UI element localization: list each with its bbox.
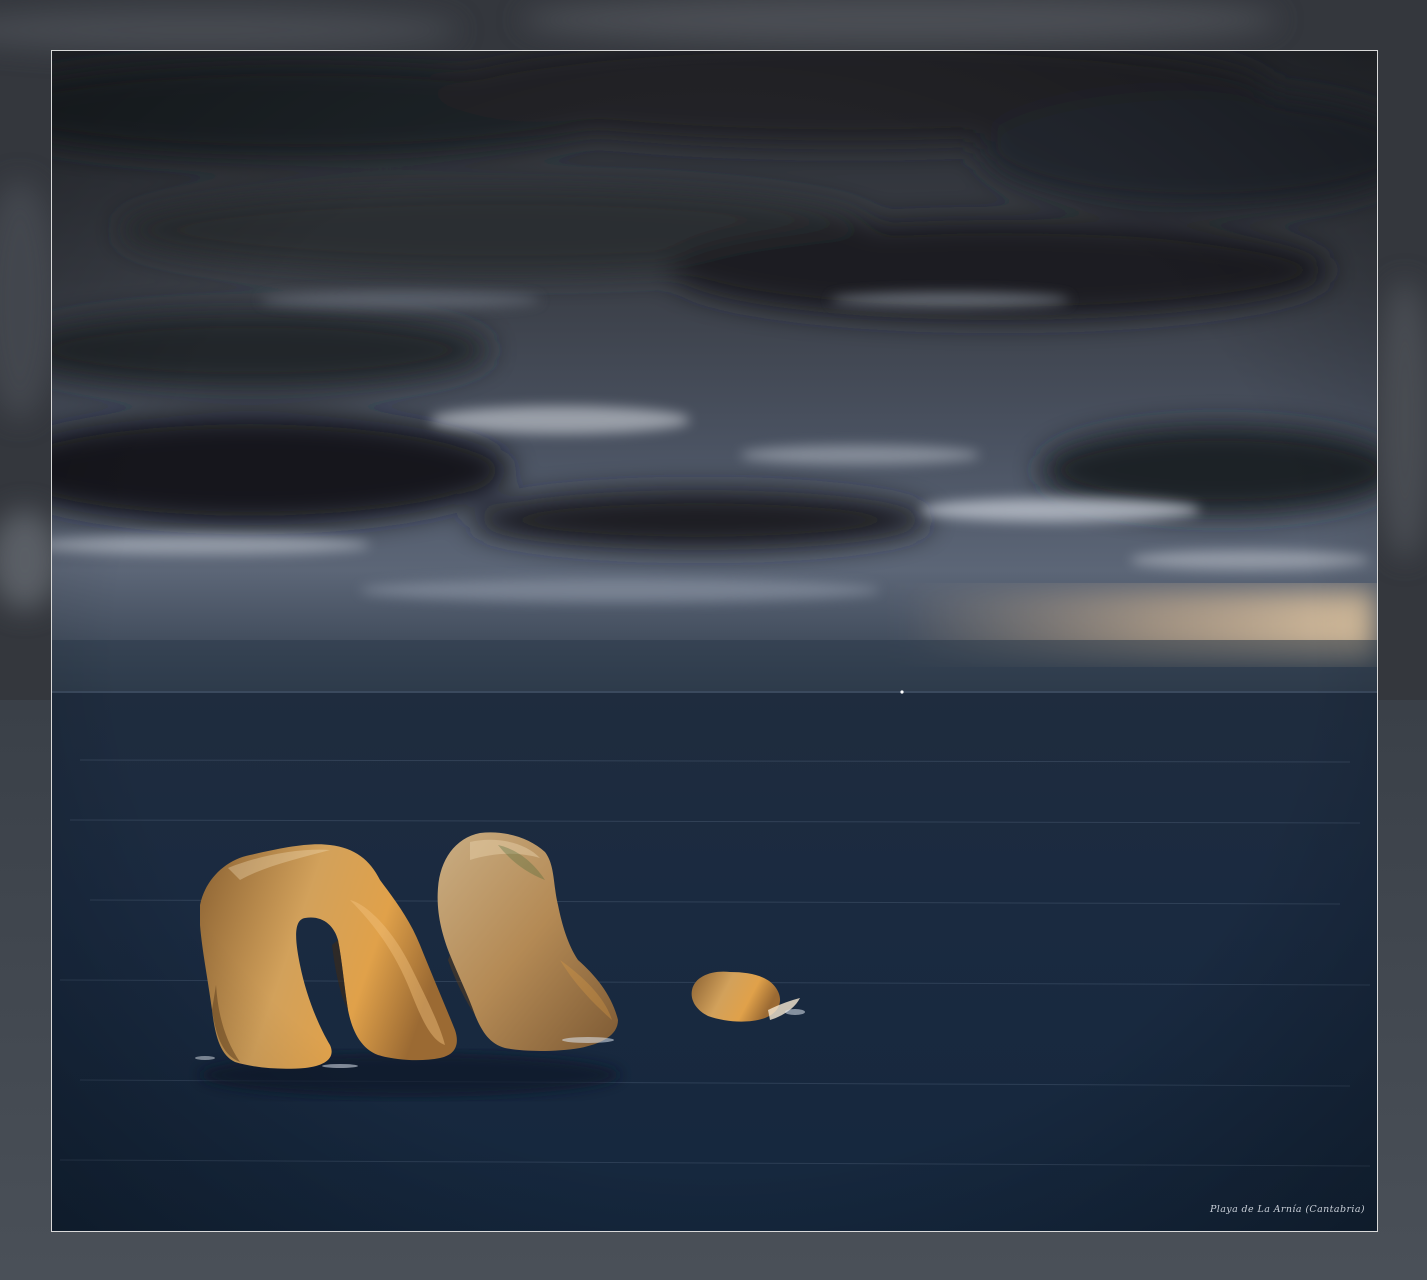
photo-caption: Playa de La Arnía (Cantabria) — [1210, 1204, 1365, 1215]
seascape-photo — [0, 0, 1427, 1280]
